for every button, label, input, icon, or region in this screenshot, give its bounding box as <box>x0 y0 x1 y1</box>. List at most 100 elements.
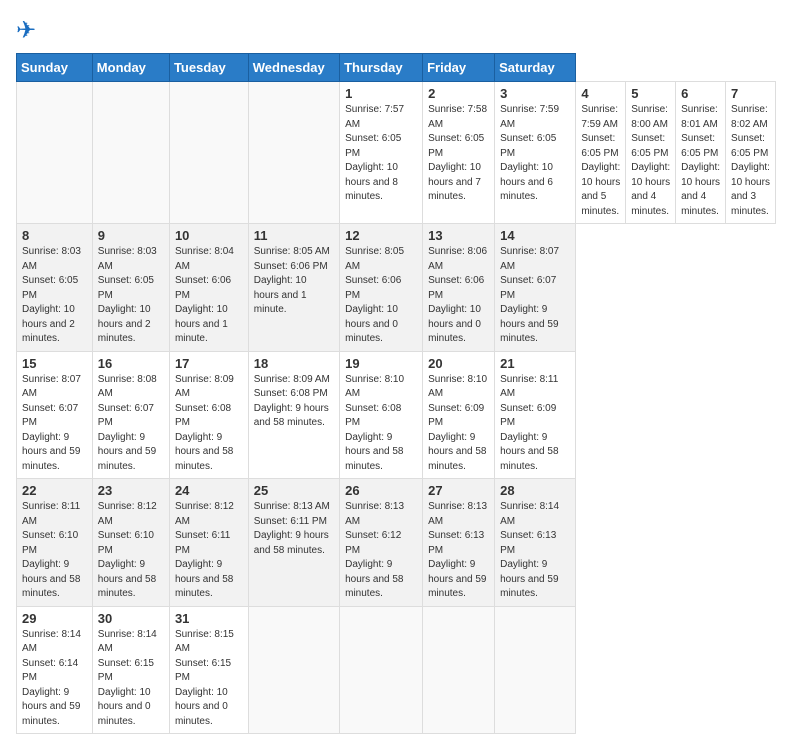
day-cell-12: 12 Sunrise: 8:05 AMSunset: 6:06 PMDayligh… <box>340 224 423 352</box>
day-info: Sunrise: 8:07 AMSunset: 6:07 PMDaylight:… <box>500 245 570 347</box>
day-number: 5 <box>631 86 670 101</box>
day-info: Sunrise: 7:57 AMSunset: 6:05 PMDaylight:… <box>345 103 417 205</box>
day-cell-1: 1Sunrise: 7:57 AMSunset: 6:05 PMDaylight… <box>340 82 423 224</box>
day-cell-2: 2 Sunrise: 7:58 AMSunset: 6:05 PMDaylight… <box>423 82 495 224</box>
weekday-tuesday: Tuesday <box>169 54 248 82</box>
day-cell-19: 19 Sunrise: 8:10 AMSunset: 6:08 PMDayligh… <box>340 351 423 479</box>
day-number: 10 <box>175 228 243 243</box>
day-number: 12 <box>345 228 417 243</box>
day-info: Sunrise: 8:07 AMSunset: 6:07 PMDaylight:… <box>22 373 87 475</box>
day-info: Sunrise: 8:14 AMSunset: 6:14 PMDaylight:… <box>22 628 87 730</box>
day-number: 8 <box>22 228 87 243</box>
weekday-header-row: SundayMondayTuesdayWednesdayThursdayFrid… <box>17 54 776 82</box>
week-row-1: 1Sunrise: 7:57 AMSunset: 6:05 PMDaylight… <box>17 82 776 224</box>
day-info: Sunrise: 8:01 AMSunset: 6:05 PMDaylight:… <box>681 103 720 219</box>
day-number: 9 <box>98 228 164 243</box>
logo: ✈ <box>16 16 36 45</box>
day-cell-24: 24Sunrise: 8:12 AMSunset: 6:11 PMDayligh… <box>169 479 248 607</box>
day-info: Sunrise: 8:00 AMSunset: 6:05 PMDaylight:… <box>631 103 670 219</box>
day-info: Sunrise: 8:12 AMSunset: 6:11 PMDaylight:… <box>175 500 243 602</box>
day-info: Sunrise: 8:13 AMSunset: 6:13 PMDaylight:… <box>428 500 489 602</box>
day-number: 28 <box>500 483 570 498</box>
week-row-5: 29 Sunrise: 8:14 AMSunset: 6:14 PMDayligh… <box>17 606 776 734</box>
day-cell-31: 31Sunrise: 8:15 AMSunset: 6:15 PMDayligh… <box>169 606 248 734</box>
day-number: 19 <box>345 356 417 371</box>
day-cell-22: 22Sunrise: 8:11 AMSunset: 6:10 PMDayligh… <box>17 479 93 607</box>
day-info: Sunrise: 8:13 AMSunset: 6:12 PMDaylight:… <box>345 500 417 602</box>
day-number: 27 <box>428 483 489 498</box>
day-number: 6 <box>681 86 720 101</box>
day-cell-9: 9 Sunrise: 8:03 AMSunset: 6:05 PMDaylight… <box>92 224 169 352</box>
empty-cell <box>169 82 248 224</box>
day-cell-18: 18 Sunrise: 8:09 AMSunset: 6:08 PMDayligh… <box>248 351 339 479</box>
day-number: 18 <box>254 356 334 371</box>
day-info: Sunrise: 8:03 AMSunset: 6:05 PMDaylight:… <box>22 245 87 347</box>
day-cell-28: 28Sunrise: 8:14 AMSunset: 6:13 PMDayligh… <box>495 479 576 607</box>
day-info: Sunrise: 8:10 AMSunset: 6:09 PMDaylight:… <box>428 373 489 475</box>
empty-cell <box>92 82 169 224</box>
page-header: ✈ <box>16 16 776 45</box>
weekday-friday: Friday <box>423 54 495 82</box>
logo-icon: ✈ <box>16 17 36 44</box>
day-info: Sunrise: 8:08 AMSunset: 6:07 PMDaylight:… <box>98 373 164 475</box>
weekday-thursday: Thursday <box>340 54 423 82</box>
day-cell-13: 13Sunrise: 8:06 AMSunset: 6:06 PMDayligh… <box>423 224 495 352</box>
day-cell-17: 17Sunrise: 8:09 AMSunset: 6:08 PMDayligh… <box>169 351 248 479</box>
day-number: 17 <box>175 356 243 371</box>
empty-cell <box>17 82 93 224</box>
day-number: 21 <box>500 356 570 371</box>
week-row-4: 22Sunrise: 8:11 AMSunset: 6:10 PMDayligh… <box>17 479 776 607</box>
day-info: Sunrise: 8:12 AMSunset: 6:10 PMDaylight:… <box>98 500 164 602</box>
day-info: Sunrise: 8:11 AMSunset: 6:10 PMDaylight:… <box>22 500 87 602</box>
day-info: Sunrise: 8:05 AMSunset: 6:06 PMDaylight:… <box>345 245 417 347</box>
day-info: Sunrise: 8:03 AMSunset: 6:05 PMDaylight:… <box>98 245 164 347</box>
day-cell-23: 23Sunrise: 8:12 AMSunset: 6:10 PMDayligh… <box>92 479 169 607</box>
week-row-2: 8 Sunrise: 8:03 AMSunset: 6:05 PMDaylight… <box>17 224 776 352</box>
day-info: Sunrise: 8:11 AMSunset: 6:09 PMDaylight:… <box>500 373 570 475</box>
day-info: Sunrise: 7:58 AMSunset: 6:05 PMDaylight:… <box>428 103 489 205</box>
day-number: 15 <box>22 356 87 371</box>
day-cell-27: 27 Sunrise: 8:13 AMSunset: 6:13 PMDayligh… <box>423 479 495 607</box>
calendar-table: SundayMondayTuesdayWednesdayThursdayFrid… <box>16 53 776 734</box>
day-cell-11: 11Sunrise: 8:05 AMSunset: 6:06 PMDayligh… <box>248 224 339 352</box>
day-number: 7 <box>731 86 770 101</box>
logo-line1: ✈ <box>16 16 36 45</box>
day-number: 4 <box>581 86 620 101</box>
day-cell-29: 29 Sunrise: 8:14 AMSunset: 6:14 PMDayligh… <box>17 606 93 734</box>
day-info: Sunrise: 8:05 AMSunset: 6:06 PMDaylight:… <box>254 245 334 318</box>
day-info: Sunrise: 8:13 AMSunset: 6:11 PMDaylight:… <box>254 500 334 558</box>
day-cell-5: 5 Sunrise: 8:00 AMSunset: 6:05 PMDaylight… <box>626 82 676 224</box>
empty-cell <box>340 606 423 734</box>
day-number: 25 <box>254 483 334 498</box>
week-row-3: 15 Sunrise: 8:07 AMSunset: 6:07 PMDayligh… <box>17 351 776 479</box>
day-cell-20: 20 Sunrise: 8:10 AMSunset: 6:09 PMDayligh… <box>423 351 495 479</box>
weekday-saturday: Saturday <box>495 54 576 82</box>
weekday-monday: Monday <box>92 54 169 82</box>
day-number: 26 <box>345 483 417 498</box>
day-cell-6: 6 Sunrise: 8:01 AMSunset: 6:05 PMDaylight… <box>676 82 726 224</box>
day-number: 14 <box>500 228 570 243</box>
day-cell-21: 21 Sunrise: 8:11 AMSunset: 6:09 PMDayligh… <box>495 351 576 479</box>
day-number: 29 <box>22 611 87 626</box>
day-info: Sunrise: 8:14 AMSunset: 6:15 PMDaylight:… <box>98 628 164 730</box>
weekday-wednesday: Wednesday <box>248 54 339 82</box>
day-number: 30 <box>98 611 164 626</box>
day-info: Sunrise: 8:09 AMSunset: 6:08 PMDaylight:… <box>254 373 334 431</box>
empty-cell <box>495 606 576 734</box>
empty-cell <box>248 82 339 224</box>
day-cell-30: 30 Sunrise: 8:14 AMSunset: 6:15 PMDayligh… <box>92 606 169 734</box>
empty-cell <box>248 606 339 734</box>
day-number: 16 <box>98 356 164 371</box>
weekday-sunday: Sunday <box>17 54 93 82</box>
day-number: 31 <box>175 611 243 626</box>
day-info: Sunrise: 8:02 AMSunset: 6:05 PMDaylight:… <box>731 103 770 219</box>
calendar-body: 1Sunrise: 7:57 AMSunset: 6:05 PMDaylight… <box>17 82 776 734</box>
day-number: 2 <box>428 86 489 101</box>
day-info: Sunrise: 8:04 AMSunset: 6:06 PMDaylight:… <box>175 245 243 347</box>
day-cell-15: 15 Sunrise: 8:07 AMSunset: 6:07 PMDayligh… <box>17 351 93 479</box>
day-number: 13 <box>428 228 489 243</box>
day-info: Sunrise: 7:59 AMSunset: 6:05 PMDaylight:… <box>500 103 570 205</box>
day-cell-10: 10 Sunrise: 8:04 AMSunset: 6:06 PMDayligh… <box>169 224 248 352</box>
day-info: Sunrise: 8:10 AMSunset: 6:08 PMDaylight:… <box>345 373 417 475</box>
day-number: 20 <box>428 356 489 371</box>
